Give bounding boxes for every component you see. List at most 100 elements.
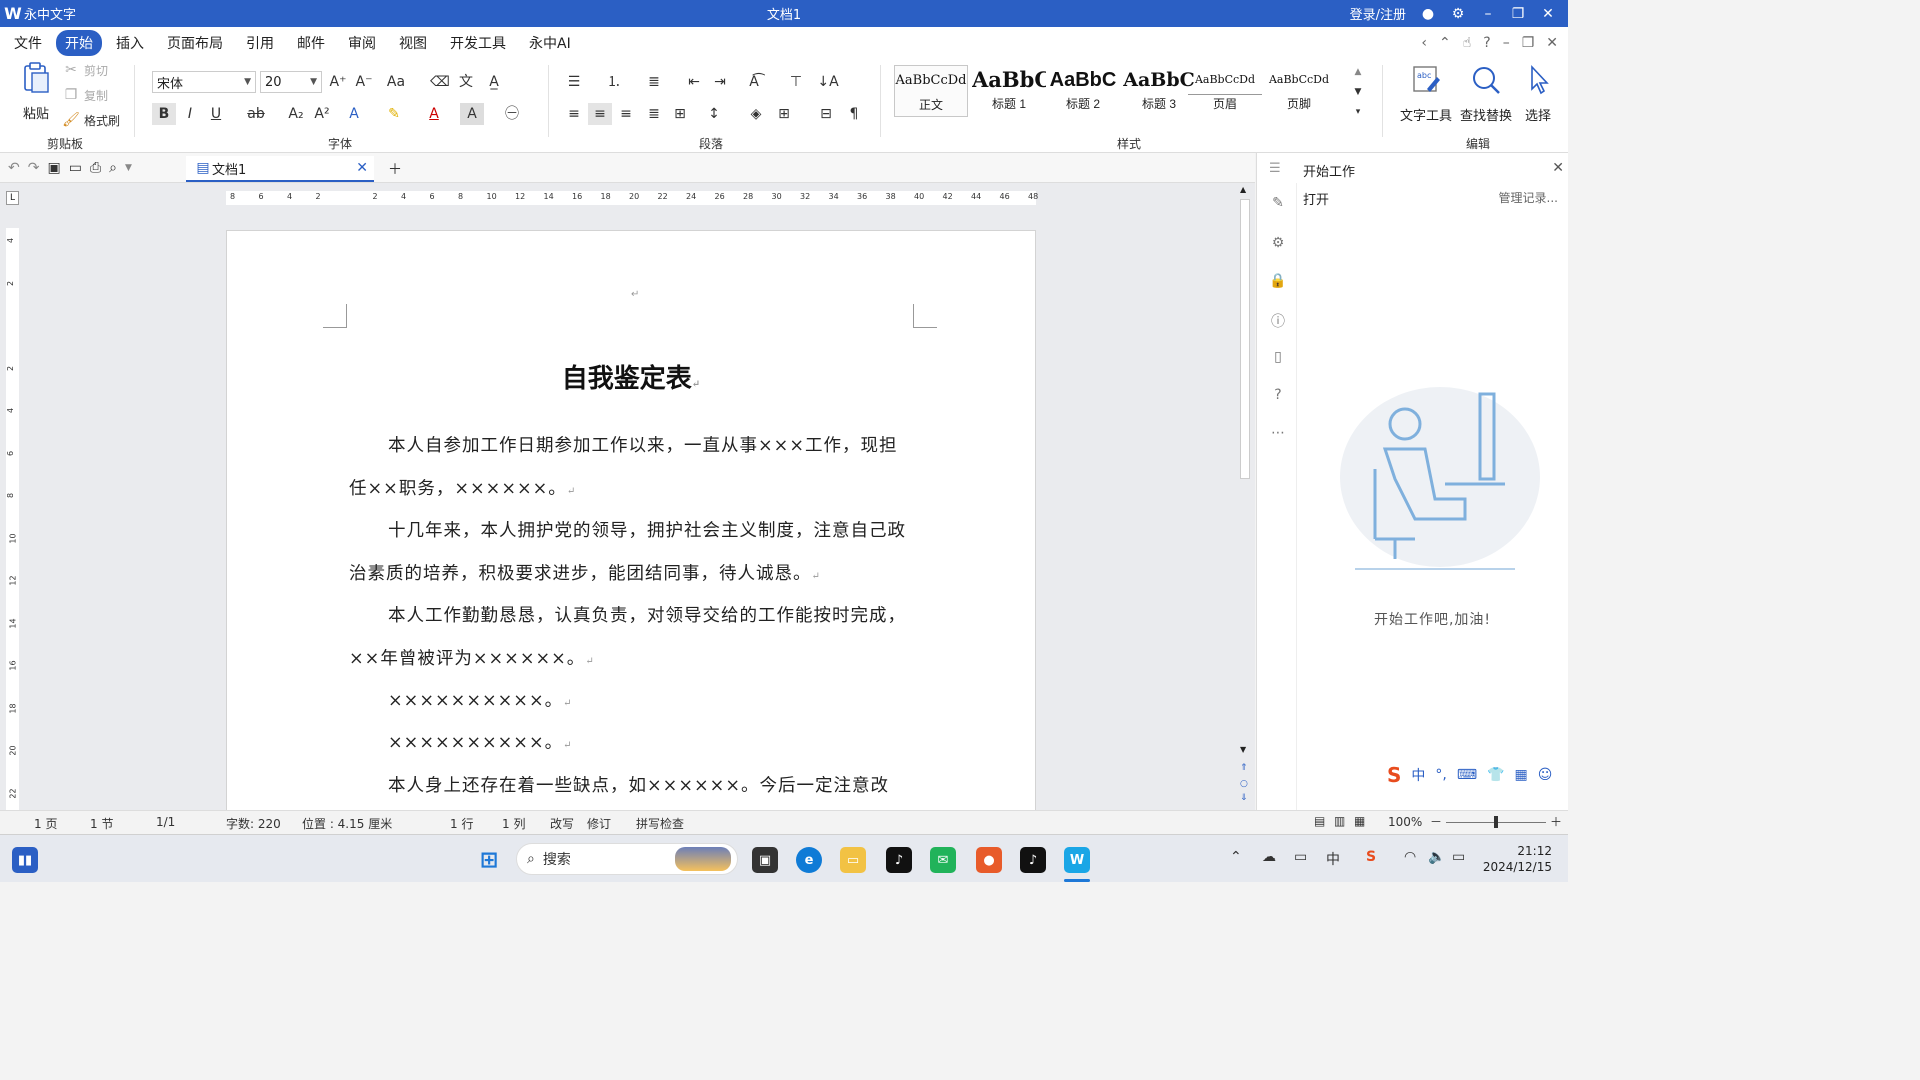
format-painter-button[interactable]: 🖌 格式刷 xyxy=(62,111,120,129)
edge-icon[interactable]: e xyxy=(796,847,822,873)
onedrive-icon[interactable]: ☁ xyxy=(1262,849,1276,865)
zoom-in-icon[interactable]: ＋ xyxy=(1550,813,1562,830)
menu-page-layout[interactable]: 页面布局 xyxy=(158,30,232,56)
customize-dropdown-icon[interactable]: ▼ xyxy=(125,163,132,173)
line-spacing-dist-icon[interactable]: ⊤ xyxy=(784,71,808,93)
menu-review[interactable]: 审阅 xyxy=(339,30,385,56)
new-tab-icon[interactable]: ＋ xyxy=(388,159,402,179)
battery-icon[interactable]: ▭ xyxy=(1452,849,1465,865)
file-explorer-icon[interactable]: ▭ xyxy=(840,847,866,873)
sliders-icon[interactable]: ⚙ xyxy=(1269,235,1287,253)
vertical-ruler[interactable]: 4 2 2 4 6 8 10 12 14 16 18 20 22 xyxy=(6,228,19,810)
view-print-icon[interactable]: ▤ xyxy=(1314,814,1325,828)
menu-developer[interactable]: 开发工具 xyxy=(441,30,515,56)
status-revise[interactable]: 修订 xyxy=(587,815,611,832)
view-web-icon[interactable]: ▥ xyxy=(1334,814,1345,828)
scrollbar-thumb[interactable] xyxy=(1240,199,1250,479)
minimize-button[interactable]: – xyxy=(1480,6,1496,22)
style-header[interactable]: AaBbCcDd 页眉 xyxy=(1188,65,1262,117)
pane-menu-icon[interactable]: ☰ xyxy=(1269,161,1281,176)
browse-object-icon[interactable]: ○ xyxy=(1240,779,1248,789)
pencil-icon[interactable]: ✎ xyxy=(1269,195,1287,213)
tray-ime-icon[interactable]: 中 xyxy=(1326,849,1340,869)
doc-paragraph[interactable]: ××××××××××。↵ xyxy=(349,680,915,726)
print-preview-icon[interactable]: ⌕ xyxy=(109,160,117,176)
styles-scroll-down-icon[interactable]: ▼ xyxy=(1346,81,1370,103)
restore-button[interactable]: ❐ xyxy=(1510,6,1526,22)
font-size-select[interactable]: 20 ▼ xyxy=(260,71,322,93)
hand-icon[interactable]: ☝ xyxy=(1463,35,1472,51)
style-normal[interactable]: AaBbCcDd 正文 xyxy=(894,65,968,117)
punctuation-icon[interactable]: °, xyxy=(1435,767,1446,783)
menu-insert[interactable]: 插入 xyxy=(107,30,153,56)
redo-icon[interactable]: ↷ xyxy=(28,160,40,176)
tab-stop-selector[interactable]: L xyxy=(6,191,19,205)
highlight-icon[interactable]: ✎ xyxy=(382,103,406,125)
status-spell[interactable]: 拼写检查 xyxy=(636,815,684,832)
menu-mailings[interactable]: 邮件 xyxy=(288,30,334,56)
enclose-char-icon[interactable]: ㊀ xyxy=(500,103,524,125)
collapse-ribbon-icon[interactable]: ⌃ xyxy=(1439,35,1451,51)
horizontal-ruler[interactable]: 8 6 4 2 2 4 6 8 10 12 14 16 18 20 22 24 26 28 30 32 34 36 38 40… xyxy=(226,191,1038,205)
doc-heading[interactable]: 自我鉴定表↵ xyxy=(227,358,1035,395)
view-outline-icon[interactable]: ▦ xyxy=(1354,814,1365,828)
zoom-level[interactable]: 100% xyxy=(1388,815,1422,829)
clear-format-icon[interactable]: ⌫ xyxy=(428,71,452,93)
status-overwrite[interactable]: 改写 xyxy=(550,815,574,832)
chevron-left-icon[interactable]: ‹ xyxy=(1421,35,1427,51)
increase-indent-icon[interactable]: ⇥ xyxy=(708,71,732,93)
copy-button[interactable]: ❐ 复制 xyxy=(62,86,108,104)
settings-icon[interactable]: ⚙ xyxy=(1450,6,1466,22)
distribute-icon[interactable]: ⊞ xyxy=(668,103,692,125)
zoom-out-icon[interactable]: － xyxy=(1430,813,1442,830)
line-spacing-icon[interactable]: ↕ xyxy=(702,103,726,125)
tray-sogou-icon[interactable]: S xyxy=(1366,849,1376,865)
print-icon[interactable]: ⎙ xyxy=(90,160,101,176)
game-icon[interactable]: ● xyxy=(976,847,1002,873)
clock[interactable]: 21:12 2024/12/15 xyxy=(1483,843,1552,875)
underline-icon[interactable]: U xyxy=(204,103,228,125)
ime-mode[interactable]: 中 xyxy=(1411,765,1425,785)
tiktok-icon[interactable]: ♪ xyxy=(886,847,912,873)
font-color-icon[interactable]: A xyxy=(422,103,446,125)
justify-icon[interactable]: ≣ xyxy=(642,103,666,125)
sort-icon[interactable]: ↓A xyxy=(816,71,840,93)
styles-scroll-up-icon[interactable]: ▲ xyxy=(1346,61,1370,83)
close-tab-icon[interactable]: ✕ xyxy=(356,160,368,176)
scroll-up-icon[interactable]: ▲ xyxy=(1240,185,1246,194)
align-left-icon[interactable]: ≡ xyxy=(562,103,586,125)
borders-icon[interactable]: ⊞ xyxy=(772,103,796,125)
align-center-icon[interactable]: ≡ xyxy=(588,103,612,125)
taskbar-search[interactable]: ⌕ 搜索 xyxy=(516,843,738,875)
zoom-slider-thumb[interactable] xyxy=(1494,816,1498,828)
menu-view[interactable]: 视图 xyxy=(390,30,436,56)
yozo-writer-icon[interactable]: W xyxy=(1064,847,1090,873)
wechat-icon[interactable]: ✉ xyxy=(930,847,956,873)
next-page-icon[interactable]: ⇓ xyxy=(1240,793,1248,803)
columns-icon[interactable]: ⊟ xyxy=(814,103,838,125)
select-button[interactable]: 选择 xyxy=(1518,63,1558,124)
menu-file[interactable]: 文件 xyxy=(5,30,51,56)
open-link[interactable]: 打开 xyxy=(1303,189,1329,208)
login-link[interactable]: 登录/注册 xyxy=(1350,4,1406,23)
scroll-down-icon[interactable]: ▼ xyxy=(1240,745,1246,754)
toolbox-icon[interactable]: ▦ xyxy=(1515,767,1528,783)
tray-window-icon[interactable]: ▭ xyxy=(1294,849,1307,865)
help-icon[interactable]: ? xyxy=(1483,35,1490,51)
close-button[interactable]: ✕ xyxy=(1540,6,1556,22)
more-icon[interactable]: ⋯ xyxy=(1269,425,1287,443)
doc-close-icon[interactable]: ✕ xyxy=(1546,35,1558,51)
style-heading-3[interactable]: AaBbC 标题 3 xyxy=(1122,65,1196,117)
lock-icon[interactable]: 🔒 xyxy=(1269,273,1287,291)
styles-more-icon[interactable]: ▾ xyxy=(1346,101,1370,123)
shading-icon[interactable]: ◈ xyxy=(744,103,768,125)
menu-ai[interactable]: 永中AI xyxy=(520,30,580,56)
save-icon[interactable]: ▣ xyxy=(47,160,60,176)
keyboard-icon[interactable]: ⌨ xyxy=(1457,767,1477,783)
skin-icon[interactable]: 👕 xyxy=(1487,767,1504,783)
font-name-select[interactable]: 宋体 ▼ xyxy=(152,71,256,93)
user-avatar-icon[interactable]: ● xyxy=(1420,6,1436,22)
numbering-icon[interactable]: ⒈ xyxy=(602,71,626,93)
doc-paragraph[interactable]: 本人身上还存在着一些缺点，如××××××。今后一定注意改 xyxy=(349,765,915,808)
clipboard-icon[interactable]: ▯ xyxy=(1269,349,1287,367)
